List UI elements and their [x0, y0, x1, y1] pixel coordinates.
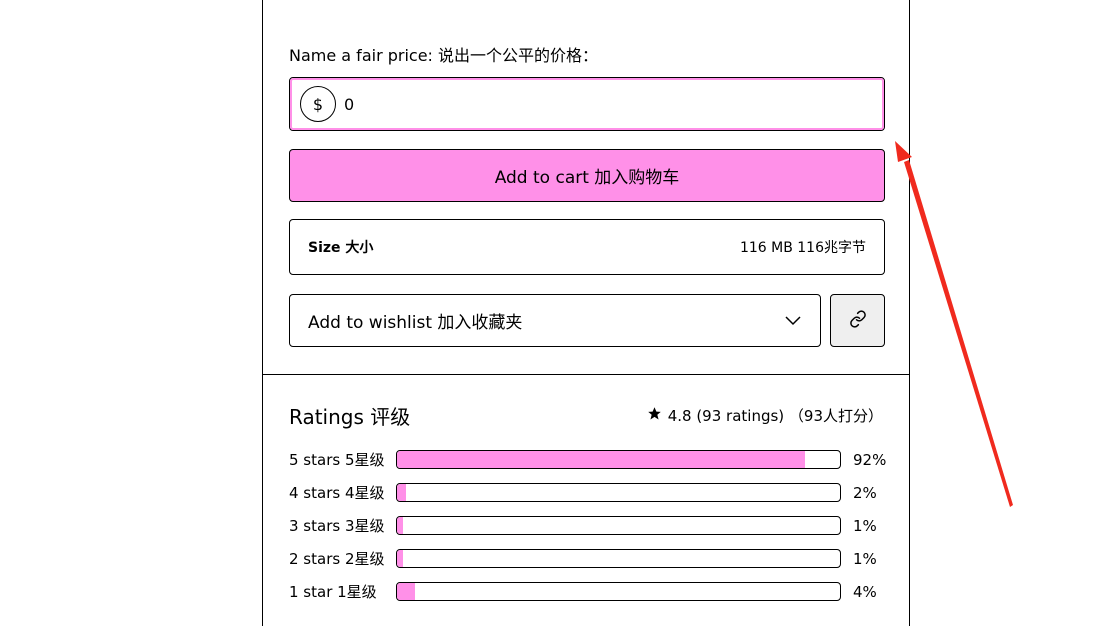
ratings-summary-text: 4.8 (93 ratings) （93人打分）	[667, 407, 883, 425]
rating-bar-fill	[397, 517, 403, 534]
rating-row-label: 5 stars 5星级	[289, 451, 385, 469]
rating-bar-fill	[397, 550, 403, 567]
add-to-cart-button[interactable]: Add to cart 加入购物车	[289, 149, 885, 202]
wishlist-label: Add to wishlist 加入收藏夹	[308, 313, 523, 333]
add-to-wishlist-select[interactable]: Add to wishlist 加入收藏夹	[289, 294, 821, 347]
price-input-wrapper[interactable]: $	[289, 77, 885, 131]
link-icon	[849, 310, 867, 331]
copy-link-button[interactable]	[830, 294, 885, 347]
rating-bar	[396, 450, 841, 469]
rating-row-label: 2 stars 2星级	[289, 550, 385, 568]
rating-row: 3 stars 3星级 1%	[289, 516, 885, 536]
star-icon	[647, 406, 662, 426]
rating-bar-fill	[397, 484, 406, 501]
rating-row-percent: 2%	[853, 484, 877, 502]
rating-row: 2 stars 2星级 1%	[289, 549, 885, 569]
rating-bar	[396, 516, 841, 535]
ratings-title: Ratings 评级	[289, 405, 411, 429]
currency-symbol: $	[300, 86, 336, 122]
price-label: Name a fair price: 说出一个公平的价格：	[289, 46, 599, 65]
rating-row: 5 stars 5星级 92%	[289, 450, 887, 470]
rating-row: 4 stars 4星级 2%	[289, 483, 885, 503]
ratings-summary: 4.8 (93 ratings) （93人打分）	[647, 406, 883, 426]
rating-bar-fill	[397, 583, 415, 600]
annotation-arrow-shaft	[904, 160, 1013, 507]
rating-row-percent: 1%	[853, 517, 877, 535]
rating-row: 1 star 1星级 4%	[289, 582, 885, 602]
size-label: Size 大小	[308, 240, 374, 256]
price-input[interactable]	[344, 88, 864, 120]
rating-row-percent: 1%	[853, 550, 877, 568]
rating-row-percent: 4%	[853, 583, 877, 601]
rating-row-percent: 92%	[853, 451, 887, 469]
rating-bar-fill	[397, 451, 805, 468]
rating-bar	[396, 483, 841, 502]
product-panel: Name a fair price: 说出一个公平的价格： $ Add to c…	[262, 0, 910, 626]
rating-row-label: 1 star 1星级	[289, 583, 377, 601]
rating-row-label: 3 stars 3星级	[289, 517, 385, 535]
rating-bar	[396, 549, 841, 568]
chevron-down-icon	[784, 312, 802, 330]
rating-row-label: 4 stars 4星级	[289, 484, 385, 502]
section-divider	[263, 374, 909, 375]
rating-bar	[396, 582, 841, 601]
size-info: Size 大小 116 MB 116兆字节	[289, 219, 885, 275]
size-value: 116 MB 116兆字节	[739, 240, 866, 256]
